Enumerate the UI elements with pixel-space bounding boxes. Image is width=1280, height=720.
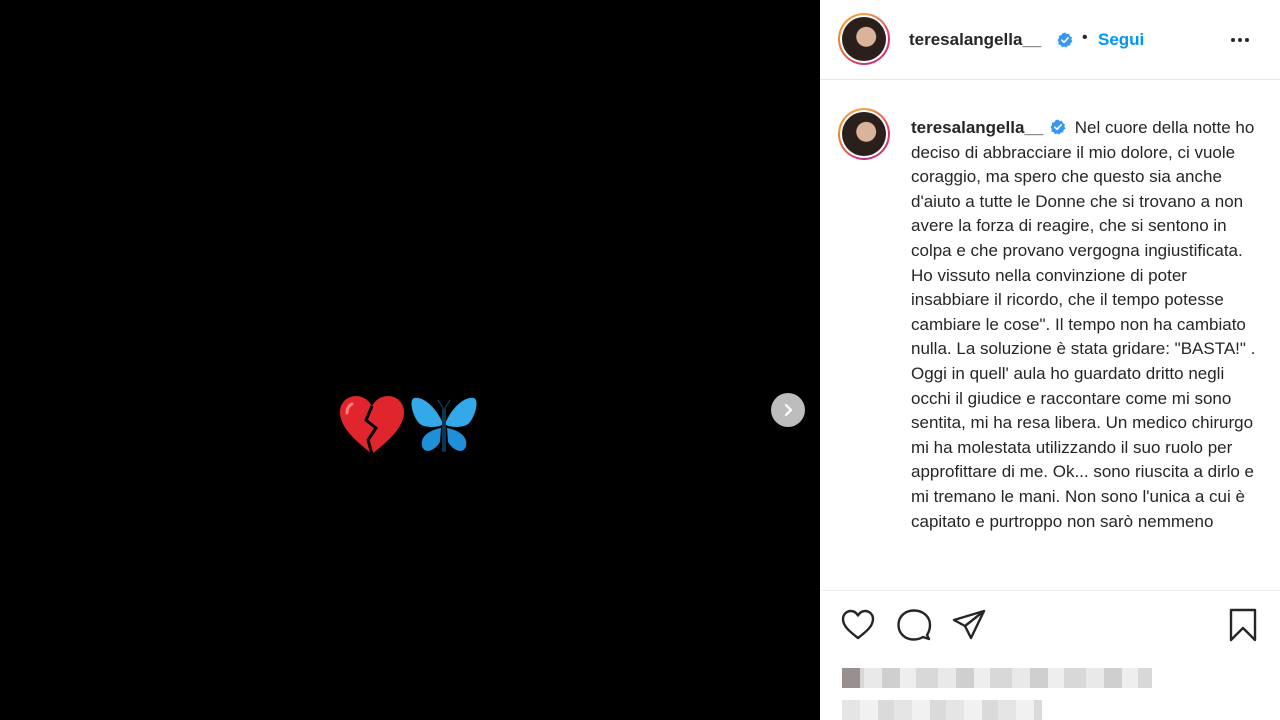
action-bar [820,590,1280,660]
post-header: teresalangella__ • Segui [820,0,1280,80]
follow-button[interactable]: Segui [1098,30,1144,50]
blurred-timestamp [842,700,1042,720]
blurred-avatar [842,668,860,688]
chevron-right-icon [784,403,793,417]
share-icon[interactable] [951,607,987,643]
caption-avatar[interactable] [838,108,890,160]
broken-heart-icon [340,396,404,455]
separator-dot: • [1082,29,1088,46]
post-media[interactable] [0,0,820,720]
avatar[interactable] [838,13,890,65]
verified-badge-icon [1057,32,1073,48]
media-emoji [340,396,477,455]
heart-icon[interactable] [840,607,876,643]
more-horizontal-icon[interactable] [1228,28,1252,52]
post-sidebar: teresalangella__ • Segui teresalangella_… [820,0,1280,720]
header-username[interactable]: teresalangella__ [909,30,1041,50]
post-caption: teresalangella__ Nel cuore della notte h… [911,116,1261,534]
comments-section[interactable]: teresalangella__ Nel cuore della notte h… [820,80,1280,590]
caption-text: Nel cuore della notte ho deciso di abbra… [911,118,1256,531]
butterfly-icon [411,397,477,452]
bookmark-icon[interactable] [1225,607,1261,643]
caption-username[interactable]: teresalangella__ [911,118,1043,137]
blurred-likes [842,668,1152,688]
comment-icon[interactable] [896,607,932,643]
verified-badge-icon [1050,119,1066,135]
next-slide-button[interactable] [771,393,805,427]
